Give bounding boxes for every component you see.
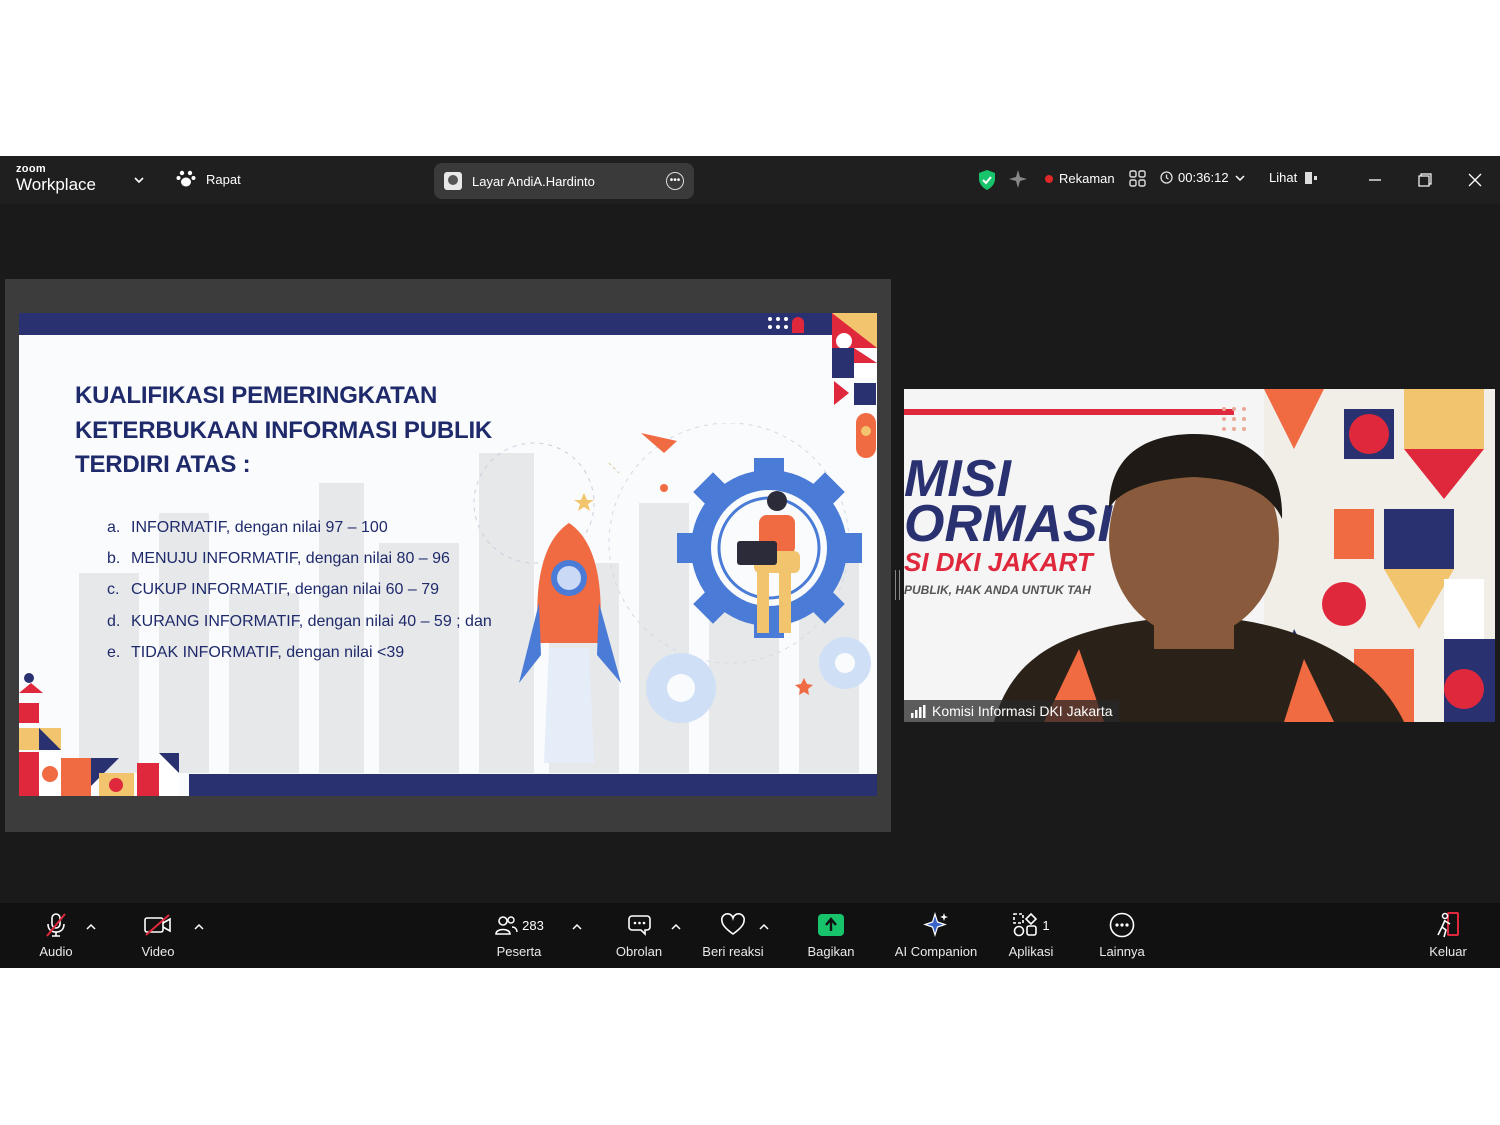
heart-icon xyxy=(721,913,745,935)
signal-bars-icon xyxy=(911,704,926,718)
minimize-button[interactable] xyxy=(1363,168,1387,192)
share-indicator-pill[interactable]: Layar AndiA.Hardinto ••• xyxy=(434,163,694,199)
participants-button[interactable]: 283 Peserta xyxy=(474,911,564,959)
meeting-menu[interactable]: Rapat xyxy=(176,170,241,188)
svg-text:PUBLIK, HAK ANDA UNTUK TAH: PUBLIK, HAK ANDA UNTUK TAH xyxy=(904,583,1091,597)
audio-button[interactable]: Audio xyxy=(11,911,101,959)
presenter-avatar xyxy=(444,172,462,190)
security-shield-icon[interactable] xyxy=(977,169,997,191)
participants-label: Peserta xyxy=(496,944,542,959)
title-bar: zoom Workplace Rapat Layar AndiA.Hardint… xyxy=(0,156,1500,204)
brand-bottom: Workplace xyxy=(16,175,96,194)
apps-label: Aplikasi xyxy=(1008,944,1054,959)
corner-pattern-bottom-left xyxy=(19,673,179,796)
restore-icon xyxy=(1418,173,1432,187)
slide-bottom-band xyxy=(189,774,877,796)
leave-label: Keluar xyxy=(1429,944,1467,959)
slide-top-band xyxy=(19,313,877,335)
paper-plane-icon xyxy=(641,433,677,453)
more-button[interactable]: Lainnya xyxy=(1077,911,1167,959)
grid-view-icon[interactable] xyxy=(1129,170,1146,187)
close-icon xyxy=(1468,173,1482,187)
view-menu[interactable]: Lihat xyxy=(1269,170,1318,185)
more-dots-icon xyxy=(1109,912,1135,938)
resize-splitter[interactable] xyxy=(895,570,900,600)
svg-text:SI DKI JAKART: SI DKI JAKART xyxy=(904,547,1095,577)
caret-up-icon[interactable] xyxy=(758,921,770,933)
recording-indicator[interactable]: Rekaman xyxy=(1045,171,1115,186)
minimize-icon xyxy=(1369,179,1381,181)
more-label: Lainnya xyxy=(1099,944,1145,959)
chat-button[interactable]: Obrolan xyxy=(594,911,684,959)
list-item: a. INFORMATIF, dengan nilai 97 – 100 xyxy=(107,519,388,536)
apps-button[interactable]: 1 Aplikasi xyxy=(986,911,1076,959)
caret-up-icon[interactable] xyxy=(193,921,205,933)
caret-up-icon[interactable] xyxy=(85,921,97,933)
reactions-label: Beri reaksi xyxy=(702,944,764,959)
presentation-slide: KUALIFIKASI PEMERINGKATAN KETERBUKAAN IN… xyxy=(19,313,877,796)
corner-pattern-top-right xyxy=(768,313,877,458)
paw-people-icon xyxy=(176,170,196,187)
recording-label: Rekaman xyxy=(1059,171,1115,186)
participants-icon xyxy=(495,916,518,935)
list-item: d. KURANG INFORMATIF, dengan nilai 40 – 5… xyxy=(107,612,492,630)
meeting-timer[interactable]: 00:36:12 xyxy=(1160,170,1246,185)
rocket-icon xyxy=(519,523,621,763)
view-label: Lihat xyxy=(1269,170,1298,185)
close-button[interactable] xyxy=(1463,168,1487,192)
list-item: b. MENUJU INFORMATIF, dengan nilai 80 – 9… xyxy=(107,550,450,568)
chat-label: Obrolan xyxy=(615,944,663,959)
share-screen-button[interactable]: Bagikan xyxy=(786,911,876,959)
caret-up-icon[interactable] xyxy=(571,921,583,933)
participant-name-tag: Komisi Informasi DKI Jakarta xyxy=(904,700,1119,722)
video-button[interactable]: Video xyxy=(113,911,203,959)
zoom-logo: zoom Workplace xyxy=(16,163,96,194)
participant-name: Komisi Informasi DKI Jakarta xyxy=(932,703,1113,719)
video-label: Video xyxy=(141,944,175,959)
shared-screen-panel: KUALIFIKASI PEMERINGKATAN KETERBUKAAN IN… xyxy=(5,279,891,832)
recording-dot-icon xyxy=(1045,174,1053,183)
ai-companion-label: AI Companion xyxy=(894,944,978,959)
qualification-list: a. INFORMATIF, dengan nilai 97 – 100 b. ME… xyxy=(107,519,492,675)
share-pill-label: Layar AndiA.Hardinto xyxy=(472,173,595,189)
chat-icon xyxy=(628,915,651,936)
microphone-muted-icon xyxy=(46,913,66,937)
banner-background: MISI ORMASI SI DKI JAKART PUBLIK, HAK AN… xyxy=(904,389,1495,722)
ai-sparkle-icon xyxy=(923,912,948,938)
apps-icon xyxy=(1013,912,1038,937)
ai-sparkle-icon[interactable] xyxy=(1008,169,1028,189)
reactions-button[interactable]: Beri reaksi xyxy=(688,911,778,959)
ai-companion-button[interactable]: AI Companion xyxy=(891,911,981,959)
leave-button[interactable]: Keluar xyxy=(1403,911,1493,959)
participant-video[interactable]: MISI ORMASI SI DKI JAKART PUBLIK, HAK AN… xyxy=(904,389,1495,722)
meeting-toolbar: Audio Video 283 Peserta Obrolan Beri rea… xyxy=(0,903,1500,968)
list-item: c. CUKUP INFORMATIF, dengan nilai 60 – 79 xyxy=(107,581,439,599)
clock-icon xyxy=(1160,171,1173,184)
share-label: Bagikan xyxy=(807,944,855,959)
brand-top: zoom xyxy=(16,163,46,175)
restore-button[interactable] xyxy=(1413,168,1437,192)
chevron-down-icon[interactable] xyxy=(132,173,146,187)
view-layout-icon xyxy=(1305,171,1318,184)
leave-door-icon xyxy=(1437,912,1459,938)
more-options-icon[interactable]: ••• xyxy=(666,172,684,190)
chevron-down-icon xyxy=(1235,174,1245,181)
svg-text:ORMASI: ORMASI xyxy=(904,495,1114,553)
share-arrow-icon xyxy=(818,914,844,936)
zoom-window: zoom Workplace Rapat Layar AndiA.Hardint… xyxy=(0,156,1500,968)
timer-value: 00:36:12 xyxy=(1178,170,1229,185)
audio-label: Audio xyxy=(39,944,73,959)
participants-count: 283 xyxy=(522,917,544,933)
caret-up-icon[interactable] xyxy=(670,921,682,933)
apps-count: 1 xyxy=(1042,917,1050,933)
meeting-label: Rapat xyxy=(206,171,241,187)
video-muted-icon xyxy=(144,914,171,936)
illustration xyxy=(473,423,871,763)
slide-title: KUALIFIKASI PEMERINGKATAN KETERBUKAAN IN… xyxy=(75,382,493,478)
